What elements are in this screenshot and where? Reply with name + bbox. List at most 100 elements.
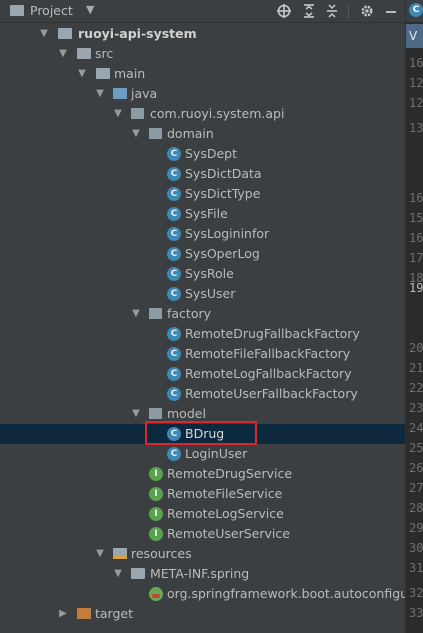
expand-arrow-icon[interactable]: ▼ <box>76 64 88 84</box>
line-number: 26 <box>409 461 423 475</box>
expand-all-icon[interactable] <box>301 3 317 19</box>
tree-label: SysLogininfor <box>185 226 270 241</box>
error-marker-icon <box>152 594 160 598</box>
tree-label: domain <box>167 126 214 141</box>
tree-label: RemoteLogFallbackFactory <box>185 366 352 381</box>
expand-arrow-icon[interactable]: ▼ <box>38 24 50 44</box>
tree-label: SysOperLog <box>185 246 260 261</box>
tree-row-spring-autoconfigure[interactable]: org.springframework.boot.autoconfigure <box>0 584 405 604</box>
tree-label: META-INF.spring <box>150 566 250 581</box>
tree-row-java[interactable]: ▼ java <box>0 84 405 104</box>
line-number: 27 <box>409 481 423 495</box>
tree-row-sysrole[interactable]: C SysRole <box>0 264 405 284</box>
tree-row-remotefilefallbackfactory[interactable]: C RemoteFileFallbackFactory <box>0 344 405 364</box>
tree-row-sysdictdata[interactable]: C SysDictData <box>0 164 405 184</box>
tree-label: SysRole <box>185 266 234 281</box>
expand-arrow-icon[interactable]: ▼ <box>57 44 69 64</box>
tree-row-resources[interactable]: ▼ resources <box>0 544 405 564</box>
tree-row-syslogininfor[interactable]: C SysLogininfor <box>0 224 405 244</box>
line-number: 16 <box>409 56 423 70</box>
tree-row-loginuser[interactable]: C LoginUser <box>0 444 405 464</box>
line-number: 20 <box>409 341 423 355</box>
tree-label: resources <box>131 546 192 561</box>
highlight-box <box>145 421 257 445</box>
tree-row-remotedrugservice[interactable]: I RemoteDrugService <box>0 464 405 484</box>
line-number: 29 <box>409 521 423 535</box>
tree-row-com-ruoyi-system-api[interactable]: ▼ com.ruoyi.system.api <box>0 104 405 124</box>
tree-label: SysDictData <box>185 166 262 181</box>
tree-row-sysoperlog[interactable]: C SysOperLog <box>0 244 405 264</box>
class-icon: C <box>167 227 181 241</box>
class-icon: C <box>167 147 181 161</box>
tree-label: target <box>95 606 134 621</box>
tree-row-domain[interactable]: ▼ domain <box>0 124 405 144</box>
expand-arrow-icon[interactable]: ▼ <box>94 84 106 104</box>
tree-label: RemoteFileFallbackFactory <box>185 346 351 361</box>
collapse-arrow-icon[interactable]: ▶ <box>57 604 69 624</box>
tree-label: main <box>114 66 146 81</box>
crosshair-icon[interactable] <box>276 3 292 19</box>
tree-row-sysuser[interactable]: C SysUser <box>0 284 405 304</box>
tree-row-remotelogfallbackfactory[interactable]: C RemoteLogFallbackFactory <box>0 364 405 384</box>
module-folder-icon <box>58 28 72 39</box>
class-icon: C <box>167 327 181 341</box>
folder-icon <box>131 568 145 579</box>
package-icon <box>131 108 144 119</box>
editor-breadcrumb-bar: V <box>406 24 423 48</box>
interface-icon: I <box>149 527 163 541</box>
tree-row-sysdicttype[interactable]: C SysDictType <box>0 184 405 204</box>
tree-label: SysFile <box>185 206 228 221</box>
class-icon: C <box>167 387 181 401</box>
tree-label: src <box>95 46 114 61</box>
tree-row-meta-inf-spring[interactable]: ▼ META-INF.spring <box>0 564 405 584</box>
line-number: 12 <box>409 76 423 90</box>
resources-marker-icon <box>113 556 127 559</box>
project-view-title[interactable]: Project <box>30 3 73 18</box>
class-icon: C <box>167 167 181 181</box>
expand-arrow-icon[interactable]: ▼ <box>130 304 142 324</box>
tree-label: SysDictType <box>185 186 261 201</box>
tree-row-remoteuserfallbackfactory[interactable]: C RemoteUserFallbackFactory <box>0 384 405 404</box>
interface-icon: I <box>149 467 163 481</box>
line-number: 12 <box>409 96 423 110</box>
expand-arrow-icon[interactable]: ▼ <box>112 564 124 584</box>
collapse-all-icon[interactable] <box>324 3 340 19</box>
line-number: 22 <box>409 381 423 395</box>
tree-row-remotefileservice[interactable]: I RemoteFileService <box>0 484 405 504</box>
package-icon <box>149 308 162 319</box>
minimize-icon[interactable] <box>383 3 399 19</box>
line-number: 31 <box>409 561 423 575</box>
tree-row-src[interactable]: ▼ src <box>0 44 405 64</box>
toolbar-separator <box>348 4 349 18</box>
line-number: 33 <box>409 606 423 620</box>
line-number: 23 <box>409 401 423 415</box>
editor-gutter <box>405 0 423 633</box>
expand-arrow-icon[interactable]: ▼ <box>130 124 142 144</box>
interface-icon: I <box>149 507 163 521</box>
gear-icon[interactable] <box>359 3 375 19</box>
expand-arrow-icon[interactable]: ▼ <box>94 544 106 564</box>
class-icon: C <box>167 287 181 301</box>
tree-row-remoteuserservice[interactable]: I RemoteUserService <box>0 524 405 544</box>
chevron-down-icon[interactable]: ▼ <box>86 3 94 16</box>
interface-icon: I <box>149 487 163 501</box>
tree-row-target[interactable]: ▶ target <box>0 604 405 624</box>
tree-row-remotedrugfallbackfactory[interactable]: C RemoteDrugFallbackFactory <box>0 324 405 344</box>
expand-arrow-icon[interactable]: ▼ <box>130 404 142 424</box>
tree-label: ruoyi-api-system <box>78 26 197 41</box>
tree-row-sysfile[interactable]: C SysFile <box>0 204 405 224</box>
project-folder-icon <box>10 5 24 16</box>
tree-row-ruoyi-api-system[interactable]: ▼ ruoyi-api-system <box>0 24 405 44</box>
tree-row-factory[interactable]: ▼ factory <box>0 304 405 324</box>
editor-tab[interactable]: C <box>406 0 423 22</box>
tree-row-sysdept[interactable]: C SysDept <box>0 144 405 164</box>
tree-row-remotelogservice[interactable]: I RemoteLogService <box>0 504 405 524</box>
expand-arrow-icon[interactable]: ▼ <box>112 104 124 124</box>
tree-row-main[interactable]: ▼ main <box>0 64 405 84</box>
tree-label: SysUser <box>185 286 236 301</box>
line-number: 32 <box>409 586 423 600</box>
tree-label: factory <box>167 306 212 321</box>
line-number: 19 <box>409 281 423 295</box>
package-icon <box>149 408 162 419</box>
class-icon: C <box>167 267 181 281</box>
